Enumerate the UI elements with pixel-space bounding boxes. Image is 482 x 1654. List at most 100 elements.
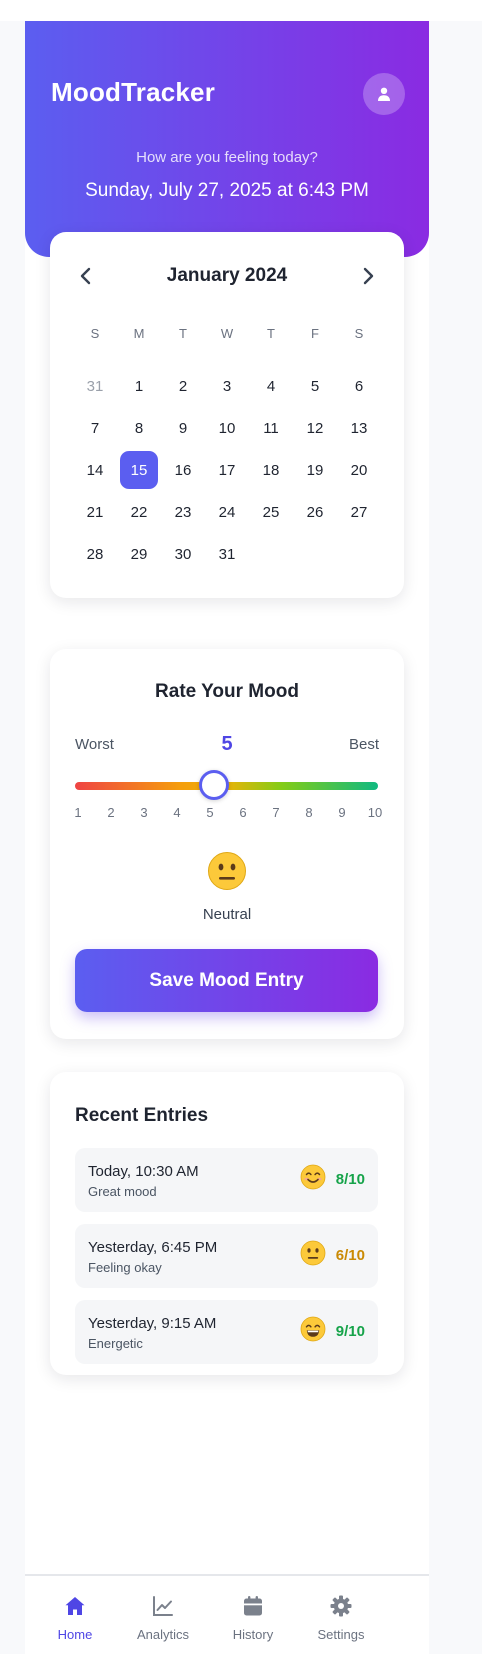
- neutral-face-emoji: [300, 1240, 326, 1266]
- calendar-day[interactable]: 5: [296, 367, 334, 405]
- calendar-icon: [244, 1596, 262, 1616]
- weekday-label: S: [354, 326, 364, 341]
- scale-tick-label: 5: [206, 805, 214, 820]
- calendar-day[interactable]: 23: [164, 493, 202, 531]
- entry-time: Today, 10:30 AM: [88, 1163, 199, 1180]
- calendar-day[interactable]: 17: [208, 451, 246, 489]
- bottom-navigation: Home Analytics History Settings: [25, 1574, 429, 1654]
- calendar-day[interactable]: 12: [296, 409, 334, 447]
- nav-item-analytics[interactable]: Analytics: [123, 1594, 203, 1642]
- calendar-day[interactable]: 2: [164, 367, 202, 405]
- calendar-day[interactable]: 3: [208, 367, 246, 405]
- calendar-day[interactable]: 9: [164, 409, 202, 447]
- profile-button[interactable]: [363, 73, 405, 115]
- calendar-day[interactable]: 14: [76, 451, 114, 489]
- scale-tick-label: 7: [272, 805, 280, 820]
- calendar-day[interactable]: 29: [120, 535, 158, 573]
- mood-face-label: Neutral: [202, 906, 252, 923]
- calendar-day[interactable]: 7: [76, 409, 114, 447]
- mood-slider-thumb[interactable]: [199, 770, 229, 800]
- calendar-day[interactable]: 19: [296, 451, 334, 489]
- calendar-day[interactable]: 1: [120, 367, 158, 405]
- app-shell: MoodTracker How are you feeling today? S…: [25, 21, 429, 1654]
- calendar-day[interactable]: 28: [76, 535, 114, 573]
- recent-entries-title: Recent Entries: [75, 1105, 209, 1126]
- app-title: MoodTracker: [51, 77, 216, 107]
- weekday-header: S M T W T F S: [73, 326, 381, 341]
- nav-item-settings[interactable]: Settings: [301, 1594, 381, 1642]
- recent-entry-item[interactable]: Yesterday, 9:15 AM Energetic 9/10: [75, 1300, 378, 1364]
- weekday-label: T: [267, 326, 275, 341]
- entry-score: 6/10: [335, 1247, 365, 1264]
- greeting-text: How are you feeling today?: [136, 149, 318, 166]
- scale-best-label: Best: [348, 736, 379, 753]
- weekday-label: M: [133, 326, 145, 341]
- nav-label-settings: Settings: [317, 1627, 365, 1642]
- scale-tick-label: 9: [338, 805, 346, 820]
- scale-tick-label: 3: [140, 805, 148, 820]
- weekday-label: S: [90, 326, 100, 341]
- calendar-day-selected[interactable]: 15: [120, 451, 158, 489]
- calendar-day[interactable]: 25: [252, 493, 290, 531]
- mood-rating-card: Rate Your Mood Worst 5 Best 1 2 3 4 5 6 7 8 9 10 …: [50, 649, 404, 1039]
- mood-scale-ticks: 1 2 3 4 5 6 7 8 9 10: [74, 805, 382, 821]
- calendar-day[interactable]: 8: [120, 409, 158, 447]
- weekday-label: T: [179, 326, 187, 341]
- nav-label-analytics: Analytics: [136, 1627, 190, 1642]
- chart-line-icon: [153, 1596, 173, 1616]
- calendar-month-title: January 2024: [166, 265, 288, 286]
- calendar-day[interactable]: 30: [164, 535, 202, 573]
- calendar-day[interactable]: 26: [296, 493, 334, 531]
- recent-entries-card: Recent Entries Today, 10:30 AM Great moo…: [50, 1072, 404, 1375]
- calendar-day[interactable]: 10: [208, 409, 246, 447]
- scale-tick-label: 8: [305, 805, 313, 820]
- calendar-day[interactable]: 27: [340, 493, 378, 531]
- calendar-day[interactable]: 24: [208, 493, 246, 531]
- top-status-strip: [0, 0, 482, 21]
- calendar-day[interactable]: 4: [252, 367, 290, 405]
- recent-entry-item[interactable]: Today, 10:30 AM Great mood 8/10: [75, 1148, 378, 1212]
- scale-tick-label: 6: [239, 805, 247, 820]
- grinning-face-emoji: [300, 1316, 326, 1342]
- entry-note: Great mood: [88, 1184, 157, 1199]
- calendar-day[interactable]: 31: [208, 535, 246, 573]
- entry-note: Feeling okay: [88, 1260, 162, 1275]
- chevron-right-icon: [363, 267, 374, 285]
- nav-item-history[interactable]: History: [213, 1594, 293, 1642]
- save-mood-entry-button[interactable]: Save Mood Entry: [75, 949, 378, 1012]
- calendar-day[interactable]: 18: [252, 451, 290, 489]
- recent-entry-item[interactable]: Yesterday, 6:45 PM Feeling okay 6/10: [75, 1224, 378, 1288]
- entry-time: Yesterday, 6:45 PM: [88, 1239, 218, 1256]
- calendar-day[interactable]: 13: [340, 409, 378, 447]
- scale-tick-label: 1: [74, 805, 82, 820]
- neutral-face-emoji: [208, 852, 246, 890]
- weekday-label: W: [220, 326, 234, 341]
- calendar-day[interactable]: 21: [76, 493, 114, 531]
- calendar-day[interactable]: 22: [120, 493, 158, 531]
- entry-time: Yesterday, 9:15 AM: [88, 1315, 217, 1332]
- home-icon: [65, 1597, 85, 1615]
- entry-score: 9/10: [335, 1323, 365, 1340]
- calendar-days-grid: 31 1 2 3 4 5 6 7 8 9 10 11 12 13 14 15 16 17 18 19 20 21 22 23 2…: [73, 367, 381, 577]
- calendar-card: January 2024 S M T W T F S 31 1 2 3 4 5 6 7 8 9 10…: [50, 232, 404, 598]
- calendar-day[interactable]: 11: [252, 409, 290, 447]
- calendar-day[interactable]: 16: [164, 451, 202, 489]
- calendar-day[interactable]: 31: [76, 367, 114, 405]
- next-month-button[interactable]: [356, 264, 380, 288]
- weekday-label: F: [311, 326, 319, 341]
- smiling-face-emoji: [300, 1164, 326, 1190]
- gear-icon: [330, 1595, 352, 1617]
- calendar-day[interactable]: 20: [340, 451, 378, 489]
- entry-score: 8/10: [335, 1171, 365, 1188]
- nav-label-home: Home: [57, 1627, 93, 1642]
- current-datetime: Sunday, July 27, 2025 at 6:43 PM: [85, 180, 369, 201]
- mood-card-title: Rate Your Mood: [155, 681, 299, 702]
- app-header: MoodTracker How are you feeling today? S…: [25, 21, 429, 257]
- scale-tick-label: 10: [367, 805, 383, 820]
- calendar-day[interactable]: 6: [340, 367, 378, 405]
- nav-label-history: History: [232, 1627, 274, 1642]
- scale-tick-label: 4: [173, 805, 181, 820]
- scale-tick-label: 2: [107, 805, 115, 820]
- entry-note: Energetic: [88, 1336, 143, 1351]
- nav-item-home[interactable]: Home: [35, 1594, 115, 1642]
